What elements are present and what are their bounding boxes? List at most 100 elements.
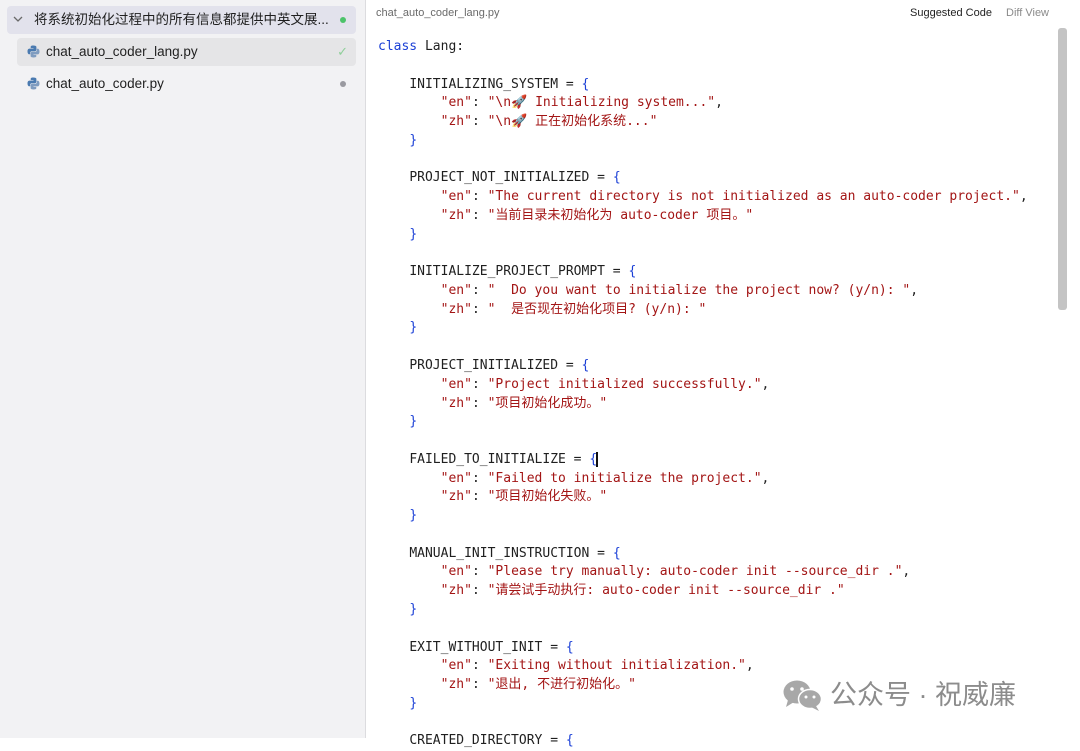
editor-header: chat_auto_coder_lang.py Suggested Code D… (366, 0, 1080, 26)
constant-name: FAILED_TO_INITIALIZE (409, 451, 566, 467)
assign-operator: = (589, 170, 613, 186)
constant-name: PROJECT_INITIALIZED (409, 358, 559, 374)
close-brace: } (409, 226, 418, 242)
change-group-header[interactable]: 将系统初始化过程中的所有信息都提供中英文展... (7, 6, 356, 34)
code-line: } (378, 413, 1058, 432)
open-brace: { (612, 545, 621, 561)
constant-name: MANUAL_INIT_INSTRUCTION (409, 545, 590, 561)
colon: : (471, 301, 488, 317)
zh-key: "zh" (440, 395, 472, 411)
comma: , (715, 95, 723, 111)
watermark-text: 公众号 · 祝威廉 (830, 680, 1016, 710)
comma: , (761, 376, 770, 392)
code-content[interactable]: class Lang: INITIALIZING_SYSTEM = { "en"… (378, 38, 1058, 751)
assign-operator: = (604, 264, 629, 280)
group-status-dot (340, 17, 346, 23)
vertical-scrollbar[interactable] (1058, 28, 1067, 310)
open-brace: { (581, 76, 590, 92)
comma: , (910, 282, 919, 298)
zh-string: "项目初始化失败。" (487, 489, 608, 505)
class-name: Lang: (417, 39, 465, 54)
colon: : (471, 564, 488, 580)
diff-view-tab[interactable]: Diff View (1006, 7, 1049, 20)
file-item-chat-auto-coder-lang[interactable]: chat_auto_coder_lang.py ✓ (17, 38, 356, 66)
editor-filename: chat_auto_coder_lang.py (376, 7, 500, 19)
en-key: "en" (440, 470, 472, 486)
zh-key: "zh" (440, 677, 472, 693)
en-key: "en" (440, 95, 472, 111)
open-brace: { (565, 639, 574, 655)
close-brace: } (409, 695, 418, 711)
zh-key: "zh" (440, 207, 472, 223)
colon: : (471, 658, 488, 674)
code-line: INITIALIZE_PROJECT_PROMPT = { (378, 263, 1058, 282)
colon: : (471, 470, 488, 486)
comma: , (1019, 189, 1028, 205)
code-line: "zh": " 是否现在初始化项目? (y/n): " (378, 301, 1058, 320)
code-line: FAILED_TO_INITIALIZE = { (378, 451, 1058, 470)
code-line: "zh": "项目初始化失败。" (378, 488, 1058, 507)
file-sidebar: 将系统初始化过程中的所有信息都提供中英文展... chat_auto_coder… (0, 0, 366, 738)
code-line: "en": "Please try manually: auto-coder i… (378, 563, 1058, 582)
code-line: "zh": "请尝试手动执行: auto-coder init --source… (378, 582, 1058, 601)
assign-operator: = (589, 545, 613, 561)
en-key: "en" (440, 564, 472, 580)
code-line: PROJECT_NOT_INITIALIZED = { (378, 169, 1058, 188)
colon: : (471, 677, 488, 693)
close-brace: } (409, 508, 418, 524)
code-line: "zh": "当前目录未初始化为 auto-coder 项目。" (378, 207, 1058, 226)
assign-operator: = (558, 358, 582, 374)
class-keyword: class (378, 39, 418, 54)
open-brace: { (581, 358, 590, 374)
constant-name: CREATED_DIRECTORY (409, 733, 543, 749)
zh-key: "zh" (440, 489, 472, 505)
open-brace: { (565, 733, 574, 749)
en-key: "en" (440, 376, 472, 392)
code-line: "en": " Do you want to initialize the pr… (378, 282, 1058, 301)
suggested-code-tab[interactable]: Suggested Code (910, 7, 992, 20)
code-line: "en": "Project initialized successfully.… (378, 376, 1058, 395)
en-string: "Project initialized successfully." (487, 376, 762, 392)
comma: , (761, 470, 770, 486)
code-line: class Lang: (378, 38, 1058, 57)
code-line: PROJECT_INITIALIZED = { (378, 357, 1058, 376)
comma: , (902, 564, 911, 580)
code-line: "zh": "\n🚀 正在初始化系统..." (378, 113, 1058, 132)
code-line: } (378, 507, 1058, 526)
code-line: INITIALIZING_SYSTEM = { (378, 76, 1058, 95)
change-group-title: 将系统初始化过程中的所有信息都提供中英文展... (34, 12, 329, 27)
colon: : (471, 376, 488, 392)
python-file-icon (27, 77, 40, 90)
colon: : (471, 95, 488, 111)
code-line: "en": "\n🚀 Initializing system...", (378, 94, 1058, 113)
code-line: CREATED_DIRECTORY = { (378, 732, 1058, 751)
code-line: "en": "The current directory is not init… (378, 188, 1058, 207)
chevron-down-icon[interactable] (12, 13, 24, 25)
colon: : (471, 282, 488, 298)
wechat-icon (783, 680, 823, 711)
code-line: "en": "Exiting without initialization.", (378, 657, 1058, 676)
zh-key: "zh" (440, 301, 472, 317)
en-string: "Please try manually: auto-coder init --… (487, 564, 903, 580)
zh-string: "\n🚀 正在初始化系统..." (487, 114, 658, 130)
colon: : (471, 207, 488, 223)
en-string: "\n🚀 Initializing system..." (487, 95, 716, 111)
colon: : (471, 489, 488, 505)
en-key: "en" (440, 658, 472, 674)
text-cursor (596, 451, 598, 467)
close-brace: } (409, 601, 418, 617)
code-line: } (378, 226, 1058, 245)
code-line: } (378, 319, 1058, 338)
colon: : (471, 395, 488, 411)
en-string: " Do you want to initialize the project … (487, 282, 911, 298)
watermark: 公众号 · 祝威廉 (782, 676, 1062, 716)
file-item-chat-auto-coder[interactable]: chat_auto_coder.py (17, 70, 356, 98)
pending-status-dot (340, 81, 346, 87)
zh-key: "zh" (440, 114, 472, 130)
close-brace: } (409, 414, 418, 430)
